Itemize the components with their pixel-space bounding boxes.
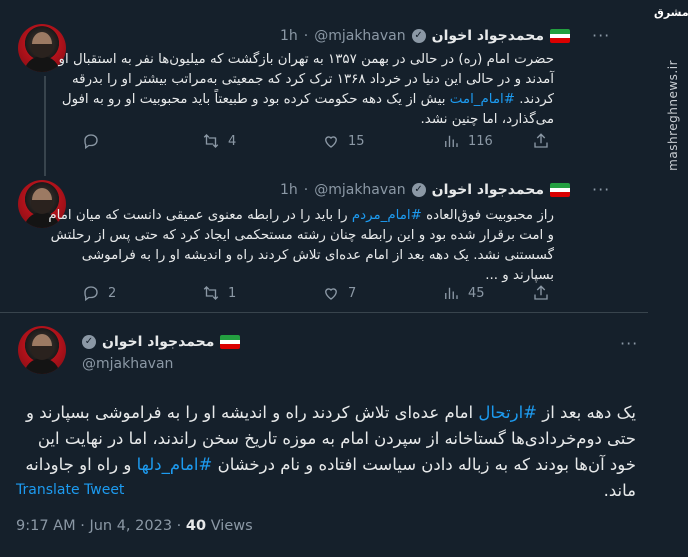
tweet-time[interactable]: 1h [280,28,298,44]
heart-icon [325,288,337,300]
share-icon [534,133,548,148]
verified-icon: ✓ [411,29,426,43]
author-name[interactable]: محمدجواد اخوان [432,28,544,44]
separator-dot: · [303,28,309,44]
author-handle[interactable]: @mjakhavan [314,28,405,44]
verified-icon: ✓ [82,335,96,349]
reply-button[interactable]: 2 [82,284,202,302]
separator-dot: · [303,182,309,198]
tweet-text: حضرت امام (ره) در حالی در بهمن ۱۳۵۷ به ت… [58,52,554,127]
divider [0,312,648,313]
hashtag-link[interactable]: #ارتحال [478,403,537,422]
verified-icon: ✓ [411,183,426,197]
views-chart-icon [445,287,458,299]
watermark-strip: مشرق mashreghnews.ir [648,0,688,557]
tweet-text: راز محبوبیت فوق‌العاده #امام_مردم را بای… [48,208,554,283]
share-button[interactable] [532,284,652,302]
like-button[interactable]: 7 [322,284,442,302]
watermark-site: mashreghnews.ir [666,60,680,171]
views-chart-icon [445,135,458,147]
more-options-icon[interactable]: ··· [592,26,610,45]
tweet-meta: 9:17 AM · Jun 4, 2023 · 40 Views [16,518,253,534]
views-label: Views [210,518,253,534]
hashtag-link[interactable]: #امام_مردم [352,208,422,223]
author-handle[interactable]: @mjakhavan [82,356,173,372]
hashtag-link[interactable]: #امام_امت [450,92,515,107]
watermark-logo: مشرق [654,6,688,19]
tweet-header: محمدجواد اخوان ✓ @mjakhavan · 1h [280,182,570,198]
tweet-2[interactable]: محمدجواد اخوان ✓ @mjakhavan · 1h ··· راز… [0,170,648,314]
tweet-header: محمدجواد اخوان ✓ @mjakhavan · 1h [280,28,570,44]
tweet-actions: 4 15 116 [82,132,562,150]
tweet-date[interactable]: Jun 4, 2023 [89,518,172,534]
retweet-icon [203,134,219,148]
translate-tweet-link[interactable]: Translate Tweet [16,482,124,498]
like-button[interactable]: 15 [322,132,442,150]
avatar[interactable] [18,326,66,374]
share-button[interactable] [532,132,652,150]
retweet-button[interactable]: 1 [202,284,322,302]
more-options-icon[interactable]: ··· [620,334,638,353]
author-handle[interactable]: @mjakhavan [314,182,405,198]
iran-flag-icon [550,183,570,197]
more-options-icon[interactable]: ··· [592,180,610,199]
main-author-name-row: محمدجواد اخوان ✓ [82,334,241,350]
heart-icon [325,136,337,148]
retweet-icon [203,286,219,300]
tweet-time[interactable]: 1h [280,182,298,198]
share-icon [534,285,548,300]
reply-button[interactable] [82,132,202,150]
separator-dot: · [176,518,182,534]
author-name[interactable]: محمدجواد اخوان [432,182,544,198]
reply-icon [84,286,98,302]
tweet-actions: 2 1 7 45 [82,284,562,302]
reply-icon [84,134,98,150]
tweet-1[interactable]: محمدجواد اخوان ✓ @mjakhavan · 1h ··· حضر… [0,0,648,176]
separator-dot: · [80,518,85,534]
author-name[interactable]: محمدجواد اخوان [102,334,214,350]
tweet-time[interactable]: 9:17 AM [16,518,76,534]
iran-flag-icon [220,335,241,349]
iran-flag-icon [550,29,570,43]
retweet-button[interactable]: 4 [202,132,322,150]
views-count: 40 [185,518,207,534]
hashtag-link[interactable]: #امام_دلها [137,455,213,474]
